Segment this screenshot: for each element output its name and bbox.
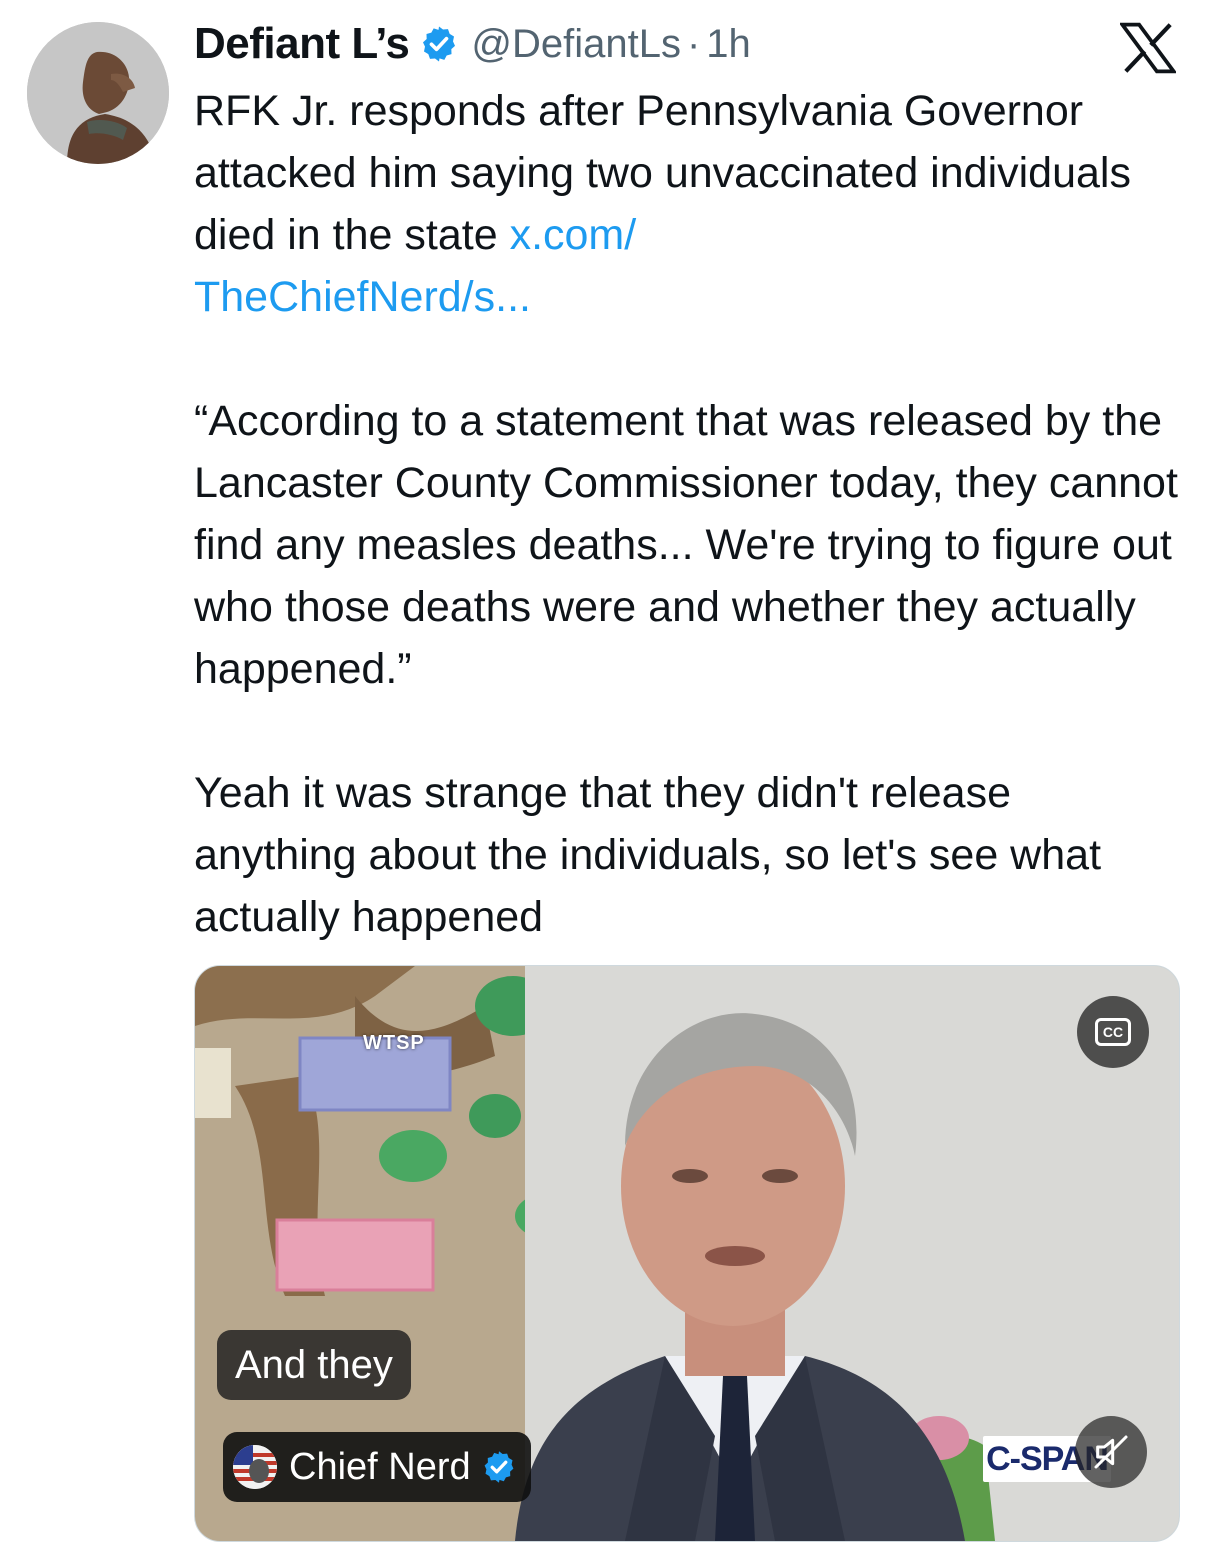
verified-badge-icon xyxy=(484,1451,514,1483)
author-handle[interactable]: @DefiantLs xyxy=(471,22,681,67)
tweet-text-intro: RFK Jr. responds after Pennsylvania Gove… xyxy=(194,87,1143,259)
closed-captions-button[interactable]: CC xyxy=(1077,996,1149,1068)
attribution-avatar xyxy=(233,1445,277,1489)
author-avatar[interactable] xyxy=(27,22,169,164)
tweet-text-quote: “According to a statement that was relea… xyxy=(194,397,1178,941)
statue-avatar-image xyxy=(27,22,169,164)
x-logo-icon[interactable] xyxy=(1120,22,1176,74)
tweet-timestamp[interactable]: 1h xyxy=(706,22,751,67)
mute-button[interactable] xyxy=(1075,1416,1147,1488)
video-caption: And they xyxy=(217,1330,411,1400)
video-attribution[interactable]: Chief Nerd xyxy=(223,1432,531,1502)
closed-captions-icon: CC xyxy=(1095,1018,1131,1046)
header-separator: · xyxy=(686,21,701,66)
tweet-header: Defiant L’s @DefiantLs · 1h xyxy=(194,16,751,72)
display-name[interactable]: Defiant L’s xyxy=(194,19,410,69)
watermark: WTSP xyxy=(363,1032,425,1054)
flag-avatar-icon xyxy=(233,1445,277,1489)
video-player[interactable]: WTSP CC And they Chief Nerd C-SPAN xyxy=(194,965,1180,1542)
tweet-body: RFK Jr. responds after Pennsylvania Gove… xyxy=(194,80,1184,948)
attribution-name: Chief Nerd xyxy=(289,1445,471,1488)
volume-muted-icon xyxy=(1094,1435,1128,1469)
verified-badge-icon xyxy=(423,26,456,62)
